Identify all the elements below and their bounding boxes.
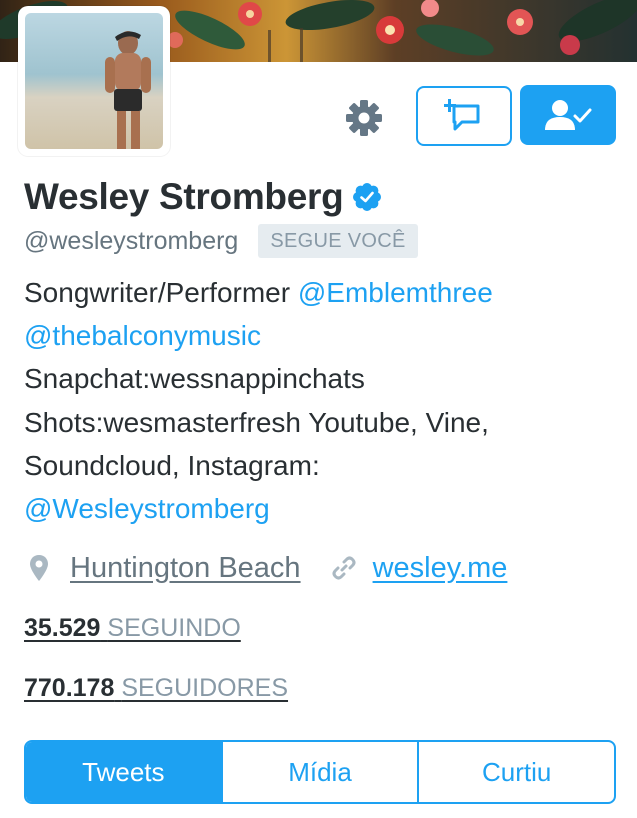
handle-row: @wesleystromberg SEGUE VOCÊ — [24, 224, 418, 258]
message-button[interactable] — [416, 86, 512, 146]
gear-icon — [346, 100, 382, 136]
bio-text: Shots:wesmasterfresh Youtube, Vine, — [24, 406, 489, 438]
bio-text: Snapchat:wessnappinchats — [24, 363, 365, 395]
bio-line: @Wesleystromberg — [24, 487, 614, 530]
follows-you-badge: SEGUE VOCÊ — [258, 224, 418, 258]
bio-line: Songwriter/Performer @Emblemthree — [24, 271, 614, 314]
bio-mention-link[interactable]: @Emblemthree — [298, 277, 493, 308]
following-label: SEGUINDO — [107, 614, 241, 642]
profile-handle: @wesleystromberg — [24, 226, 239, 255]
avatar-frame[interactable] — [18, 6, 170, 156]
bio-mention-link[interactable]: @Wesleystromberg — [24, 493, 270, 524]
verified-badge-icon — [353, 183, 382, 211]
avatar[interactable] — [25, 13, 163, 149]
bio-mention-link[interactable]: @thebalconymusic — [24, 320, 261, 351]
website-link[interactable]: wesley.me — [373, 552, 508, 585]
name-row: Wesley Stromberg — [24, 176, 382, 218]
followers-stat[interactable]: 770.178 SEGUIDORES — [24, 674, 288, 703]
following-stat[interactable]: 35.529 SEGUINDO — [24, 614, 241, 643]
profile-meta: Huntington Beach wesley.me — [24, 548, 507, 588]
bio-text: Songwriter/Performer — [24, 277, 298, 308]
tab-tweets[interactable]: Tweets — [26, 742, 223, 802]
avatar-image — [25, 13, 163, 149]
tab-likes[interactable]: Curtiu — [419, 742, 614, 802]
followers-label: SEGUIDORES — [121, 674, 289, 702]
following-count: 35.529 — [24, 614, 101, 642]
bio-text: Soundcloud, Instagram: — [24, 449, 320, 481]
profile-name: Wesley Stromberg — [24, 176, 344, 217]
location-link[interactable]: Huntington Beach — [70, 552, 301, 585]
profile-tabs: Tweets Mídia Curtiu — [24, 740, 616, 804]
add-message-icon — [444, 99, 480, 131]
tab-media[interactable]: Mídia — [223, 742, 420, 802]
followers-count: 770.178 — [24, 674, 115, 702]
bio-line: @thebalconymusic — [24, 314, 614, 357]
location-pin-icon — [24, 548, 54, 588]
profile-bio: Songwriter/Performer @Emblemthree @theba… — [24, 271, 614, 530]
following-button[interactable] — [520, 85, 616, 145]
settings-button[interactable] — [342, 96, 386, 140]
link-icon — [329, 548, 359, 588]
person-check-icon — [545, 100, 592, 130]
